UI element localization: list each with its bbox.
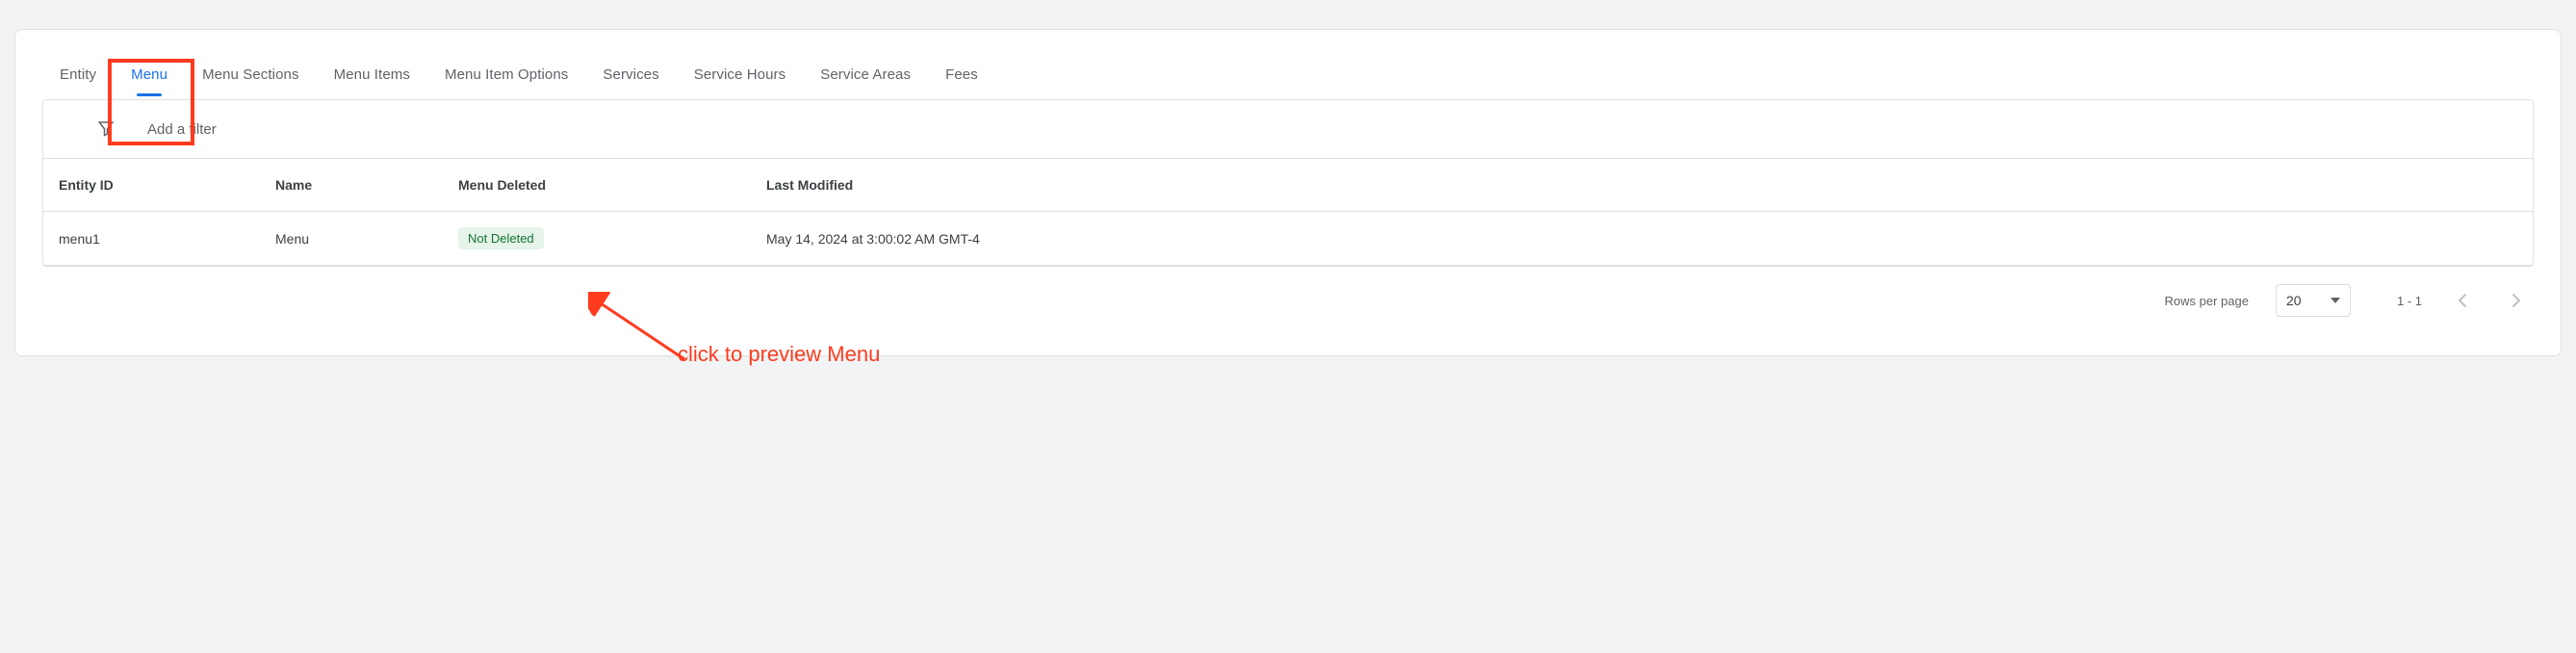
pager-prev-button[interactable] <box>2449 287 2476 314</box>
tab-service-areas[interactable]: Service Areas <box>803 57 928 94</box>
status-chip-not-deleted: Not Deleted <box>458 227 544 249</box>
table-row[interactable]: menu1 Menu Not Deleted May 14, 2024 at 3… <box>43 212 2533 266</box>
rows-per-page-select[interactable]: 20 <box>2276 284 2351 317</box>
tab-fees[interactable]: Fees <box>928 57 995 94</box>
column-header-last-modified[interactable]: Last Modified <box>766 177 2533 193</box>
rows-per-page-value: 20 <box>2286 293 2302 308</box>
annotation-text: click to preview Menu <box>678 342 880 367</box>
cell-last-modified: May 14, 2024 at 3:00:02 AM GMT-4 <box>766 231 2533 247</box>
cell-name: Menu <box>275 231 458 247</box>
cell-entity-id: menu1 <box>59 231 275 247</box>
rows-per-page-label: Rows per page <box>2165 294 2249 308</box>
tab-menu-items[interactable]: Menu Items <box>317 57 427 94</box>
pager-range: 1 - 1 <box>2397 294 2422 308</box>
tab-service-hours[interactable]: Service Hours <box>677 57 804 94</box>
tab-menu[interactable]: Menu <box>114 57 185 94</box>
tab-menu-sections[interactable]: Menu Sections <box>185 57 317 94</box>
column-header-menu-deleted[interactable]: Menu Deleted <box>458 177 766 193</box>
tab-services[interactable]: Services <box>585 57 676 94</box>
pager-next-button[interactable] <box>2503 287 2530 314</box>
tab-menu-item-options[interactable]: Menu Item Options <box>427 57 585 94</box>
filter-icon[interactable] <box>97 119 115 140</box>
tab-entity[interactable]: Entity <box>42 57 114 94</box>
column-header-name[interactable]: Name <box>275 177 458 193</box>
column-header-entity-id[interactable]: Entity ID <box>59 177 275 193</box>
add-filter-button[interactable]: Add a filter <box>147 121 217 138</box>
caret-down-icon <box>2331 298 2340 303</box>
cell-menu-deleted: Not Deleted <box>458 227 766 249</box>
tabs: Entity Menu Menu Sections Menu Items Men… <box>42 30 2534 99</box>
